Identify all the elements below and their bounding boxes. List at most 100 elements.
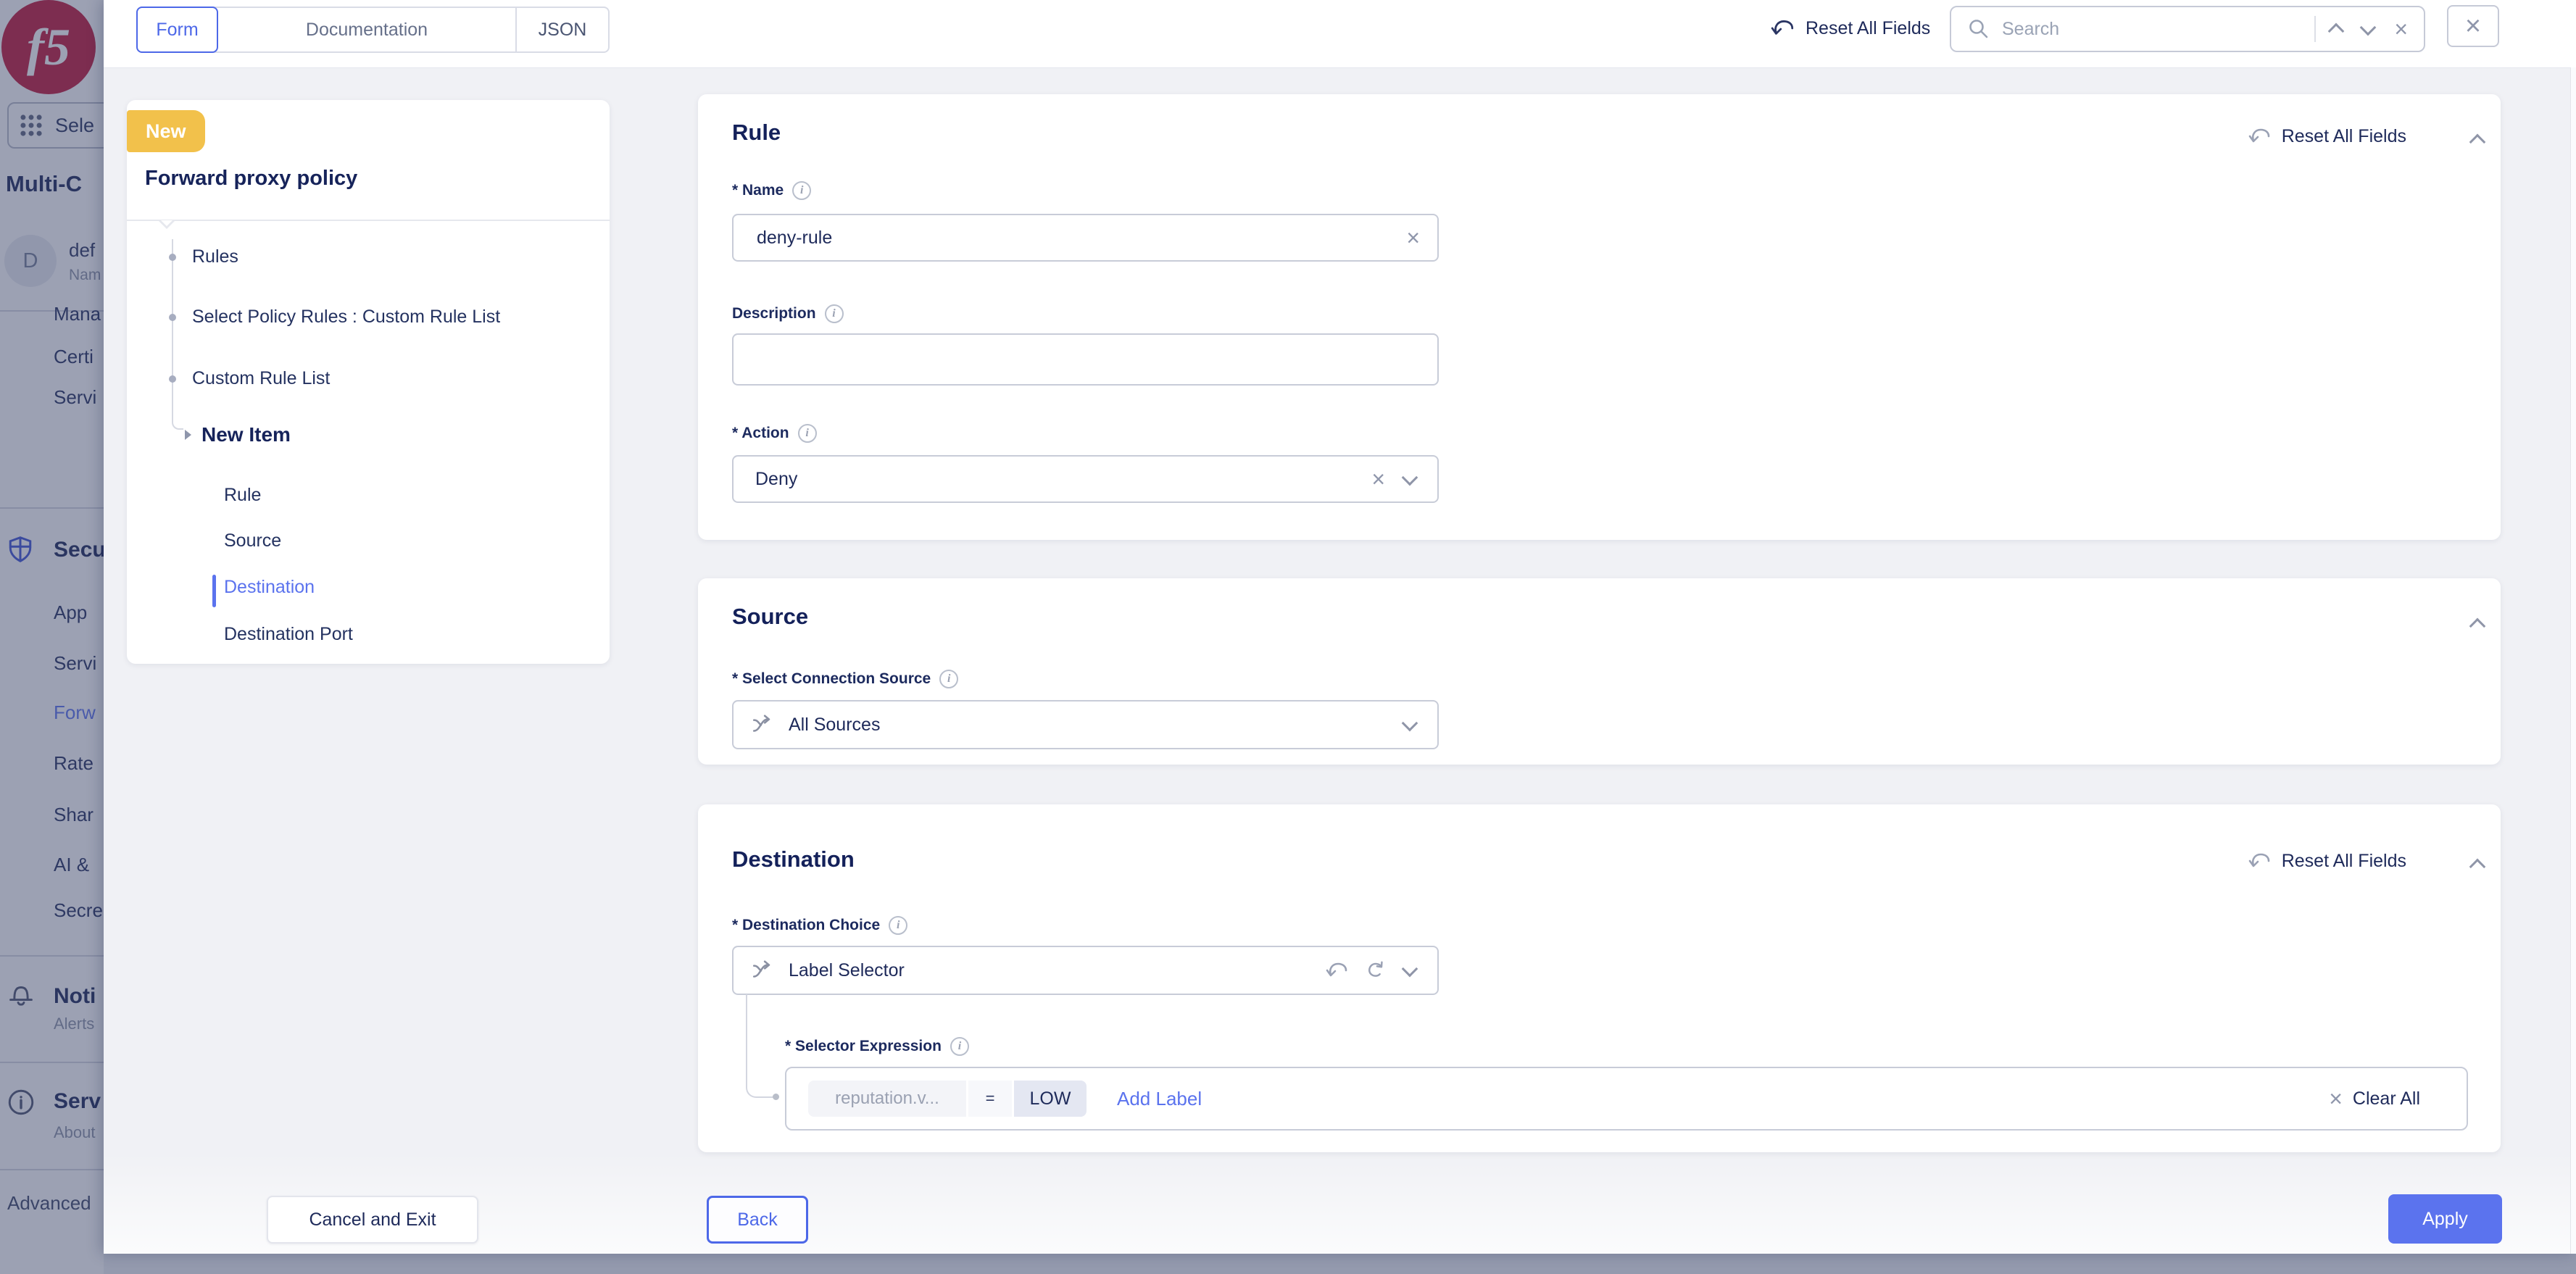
destination-choice-select[interactable]: Label Selector [732, 946, 1439, 995]
substep-destination[interactable]: Destination [224, 577, 315, 598]
new-badge-label: New [146, 120, 186, 142]
stepper-elbow [172, 379, 183, 430]
app-root: f5 Sele Multi-C D def Nam Mana Certi Ser… [0, 0, 2576, 1274]
destination-choice-label-row: * Destination Choice i [732, 916, 908, 935]
collapse-rule-icon[interactable] [2469, 133, 2486, 151]
search-box: × [1950, 6, 2425, 52]
step-select-policy-rules[interactable]: Select Policy Rules : Custom Rule List [192, 307, 500, 328]
back-label: Back [737, 1209, 778, 1230]
connection-source-chevron-icon[interactable] [1401, 715, 1418, 732]
branch-icon [752, 960, 770, 978]
undo-icon [1771, 20, 1794, 35]
search-clear-icon[interactable]: × [2394, 17, 2408, 41]
wizard-divider [127, 220, 610, 221]
source-section-title: Source [732, 604, 809, 629]
step-rules[interactable]: Rules [192, 246, 238, 267]
name-label-row: * Name i [732, 181, 812, 200]
clear-all-button[interactable]: × Clear All [2329, 1087, 2420, 1110]
rule-reset-all-fields-button[interactable]: Reset All Fields [2248, 125, 2406, 148]
selector-expression-box: reputation.v... = LOW Add Label × Clear … [785, 1067, 2468, 1131]
modal-scrollbar-track[interactable] [2570, 67, 2576, 1254]
search-input[interactable] [2000, 17, 2315, 41]
connection-source-label-row: * Select Connection Source i [732, 670, 959, 688]
cancel-and-exit-label: Cancel and Exit [309, 1209, 436, 1230]
rule-section-card: Rule Reset All Fields * Name i × Descrip… [698, 94, 2501, 540]
description-label: Description [732, 305, 816, 322]
destination-choice-info-icon[interactable]: i [889, 916, 908, 935]
close-icon: × [2464, 11, 2482, 41]
rule-reset-all-fields-label: Reset All Fields [2281, 125, 2406, 146]
tab-json[interactable]: JSON [517, 8, 608, 51]
destination-reset-all-fields-button[interactable]: Reset All Fields [2248, 849, 2406, 873]
description-field [732, 333, 1439, 386]
collapse-source-icon[interactable] [2469, 617, 2486, 635]
destination-section-title: Destination [732, 846, 855, 872]
step-new-item[interactable]: New Item [201, 423, 291, 446]
tab-form[interactable]: Form [136, 7, 218, 53]
substep-rule[interactable]: Rule [224, 485, 261, 506]
destination-section-card: Destination Reset All Fields * Destinati… [698, 804, 2501, 1152]
search-divider [2314, 16, 2317, 42]
description-input[interactable] [755, 348, 1437, 371]
step-dot [169, 314, 176, 321]
reset-all-fields-button[interactable]: Reset All Fields [1771, 16, 1930, 41]
nested-connector-line [746, 994, 775, 1098]
label-expression-chip[interactable]: reputation.v... = LOW [808, 1081, 1087, 1117]
name-info-icon[interactable]: i [792, 181, 812, 200]
source-section-card: Source * Select Connection Source i All … [698, 578, 2501, 765]
connection-source-info-icon[interactable]: i [939, 670, 959, 688]
modal-topbar: Form Documentation JSON Reset All Fields [104, 0, 2576, 68]
action-value: Deny [755, 468, 798, 489]
branch-icon [752, 715, 770, 732]
action-label-row: * Action i [732, 424, 817, 443]
step-dot [169, 254, 176, 261]
name-label: * Name [732, 182, 784, 199]
action-info-icon[interactable]: i [797, 424, 817, 443]
name-input[interactable] [755, 226, 1407, 249]
new-badge: New [127, 110, 205, 152]
description-info-icon[interactable]: i [824, 304, 844, 323]
expression-value[interactable]: LOW [1014, 1081, 1087, 1117]
apply-button[interactable]: Apply [2388, 1194, 2502, 1244]
active-substep-bar [212, 575, 216, 607]
search-prev-icon[interactable] [2327, 22, 2345, 40]
action-select[interactable]: Deny × [732, 455, 1439, 503]
search-next-icon[interactable] [2359, 19, 2377, 36]
redo-field-icon[interactable] [1365, 959, 1387, 981]
tab-documentation[interactable]: Documentation [218, 8, 517, 51]
step-dot [169, 375, 176, 383]
wizard-divider-notch-inner [161, 220, 173, 226]
action-dropdown-chevron-icon[interactable] [1401, 469, 1418, 486]
selector-expression-info-icon[interactable]: i [950, 1037, 969, 1056]
cancel-and-exit-button[interactable]: Cancel and Exit [267, 1196, 478, 1244]
connection-source-select[interactable]: All Sources [732, 700, 1439, 749]
destination-choice-value: Label Selector [789, 959, 905, 981]
step-custom-rule-list[interactable]: Custom Rule List [192, 368, 330, 389]
clear-name-icon[interactable]: × [1406, 226, 1420, 249]
clear-action-icon[interactable]: × [1371, 467, 1385, 491]
close-modal-button[interactable]: × [2447, 5, 2499, 47]
clear-all-label: Clear All [2352, 1088, 2420, 1109]
substep-destination-port[interactable]: Destination Port [224, 624, 353, 645]
back-button[interactable]: Back [707, 1196, 808, 1244]
expression-operator[interactable]: = [968, 1081, 1012, 1117]
add-label-link[interactable]: Add Label [1117, 1088, 1202, 1110]
substep-source[interactable]: Source [224, 530, 281, 551]
connection-source-value: All Sources [789, 714, 881, 735]
undo-icon [2248, 853, 2270, 867]
selector-expression-label: * Selector Expression [785, 1038, 942, 1054]
current-step-arrow-icon [185, 430, 191, 440]
wizard-title: Forward proxy policy [145, 167, 358, 190]
undo-field-icon[interactable] [1326, 959, 1349, 982]
undo-icon [2248, 128, 2270, 143]
clear-all-x-icon: × [2329, 1086, 2343, 1112]
name-field: × [732, 214, 1439, 262]
nested-connector-dot [773, 1094, 779, 1100]
rule-section-title: Rule [732, 120, 781, 145]
destination-choice-chevron-icon[interactable] [1401, 960, 1418, 978]
collapse-destination-icon[interactable] [2469, 858, 2486, 875]
expression-key[interactable]: reputation.v... [808, 1081, 966, 1117]
wizard-nav-card: New Forward proxy policy Rules Select Po… [127, 100, 610, 664]
destination-reset-all-fields-label: Reset All Fields [2281, 850, 2406, 871]
action-label: * Action [732, 425, 789, 441]
